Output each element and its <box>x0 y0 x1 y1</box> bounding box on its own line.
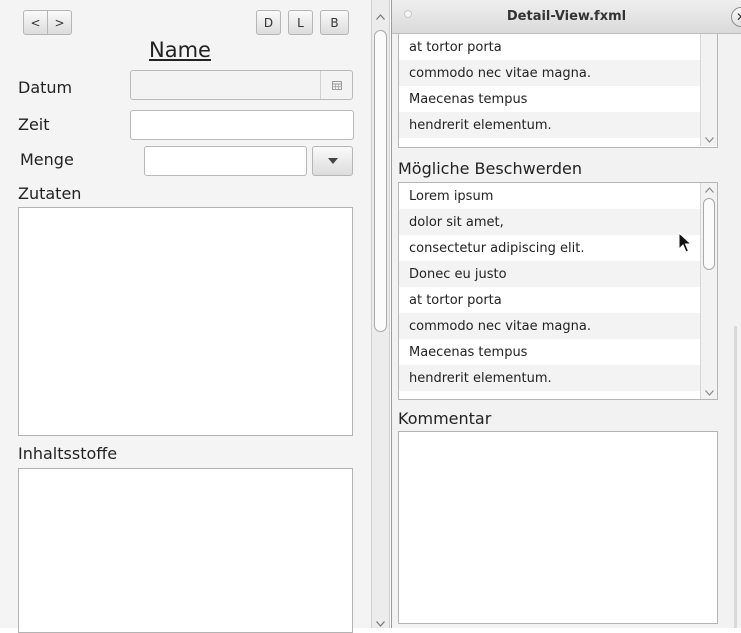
beschwerden-list-item[interactable]: Donec eu justo <box>399 261 700 287</box>
beschwerden-list-item[interactable]: consectetur adipiscing elit. <box>399 235 700 261</box>
beschwerden-list-scrollbar[interactable] <box>700 183 717 399</box>
window-title: Detail-View.fxml <box>506 9 627 24</box>
menge-dropdown-button[interactable] <box>312 146 353 176</box>
beschwerden-list-item[interactable]: at tortor porta <box>399 287 700 313</box>
mouse-cursor-icon <box>678 232 692 253</box>
d-button[interactable]: D <box>256 10 281 35</box>
l-button[interactable]: L <box>288 10 313 35</box>
top-list[interactable]: at tortor porta commodo nec vitae magna. M… <box>398 34 718 148</box>
datum-label: Datum <box>18 78 73 97</box>
b-button[interactable]: B <box>320 10 349 35</box>
inhaltsstoffe-label: Inhaltsstoffe <box>18 444 118 463</box>
kommentar-label: Kommentar <box>398 409 492 428</box>
kommentar-textarea[interactable] <box>398 431 718 624</box>
datum-date-picker[interactable] <box>130 70 353 100</box>
menge-input[interactable] <box>144 146 307 176</box>
name-heading: Name <box>149 38 211 62</box>
window-titlebar[interactable]: Detail-View.fxml ✕ <box>392 0 741 34</box>
top-list-item[interactable]: at tortor porta <box>399 34 700 60</box>
zutaten-textarea[interactable] <box>18 207 353 436</box>
beschwerden-list-item[interactable]: hendrerit elementum. <box>399 365 700 391</box>
scroll-down-arrow-icon[interactable] <box>376 617 385 630</box>
zeit-label: Zeit <box>18 115 50 134</box>
next-button[interactable]: > <box>47 10 72 35</box>
top-list-item[interactable]: commodo nec vitae magna. <box>399 60 700 86</box>
beschwerden-list-item[interactable]: commodo nec vitae magna. <box>399 313 700 339</box>
beschwerden-list[interactable]: Lorem ipsum dolor sit amet, consectetur ad… <box>398 182 718 400</box>
left-form-panel: < > D L B Name Datum Zeit Menge Zutaten … <box>0 0 371 633</box>
menge-label: Menge <box>20 150 74 169</box>
zeit-input[interactable] <box>130 110 354 140</box>
top-list-scrollbar[interactable] <box>700 34 717 146</box>
previous-button[interactable]: < <box>23 10 48 35</box>
zutaten-label: Zutaten <box>18 184 82 203</box>
beschwerden-label: Mögliche Beschwerden <box>398 159 582 178</box>
inhaltsstoffe-textarea[interactable] <box>18 468 353 633</box>
chevron-down-icon <box>327 158 338 164</box>
scroll-up-arrow-icon[interactable] <box>705 187 714 193</box>
scroll-down-arrow-icon[interactable] <box>705 390 714 396</box>
scroll-up-arrow-icon[interactable] <box>376 10 385 23</box>
window-edge-scrollbar[interactable] <box>734 326 737 628</box>
beschwerden-list-item[interactable]: Maecenas tempus <box>399 339 700 365</box>
scroll-down-arrow-icon[interactable] <box>705 137 714 143</box>
beschwerden-list-item[interactable]: Lorem ipsum <box>399 183 700 209</box>
top-list-item[interactable]: hendrerit elementum. <box>399 112 700 138</box>
beschwerden-scroll-thumb[interactable] <box>703 198 715 270</box>
top-list-item[interactable]: Maecenas tempus <box>399 86 700 112</box>
calendar-icon[interactable] <box>320 71 352 99</box>
left-panel-scroll-thumb[interactable] <box>374 30 387 332</box>
beschwerden-list-item[interactable]: dolor sit amet, <box>399 209 700 235</box>
